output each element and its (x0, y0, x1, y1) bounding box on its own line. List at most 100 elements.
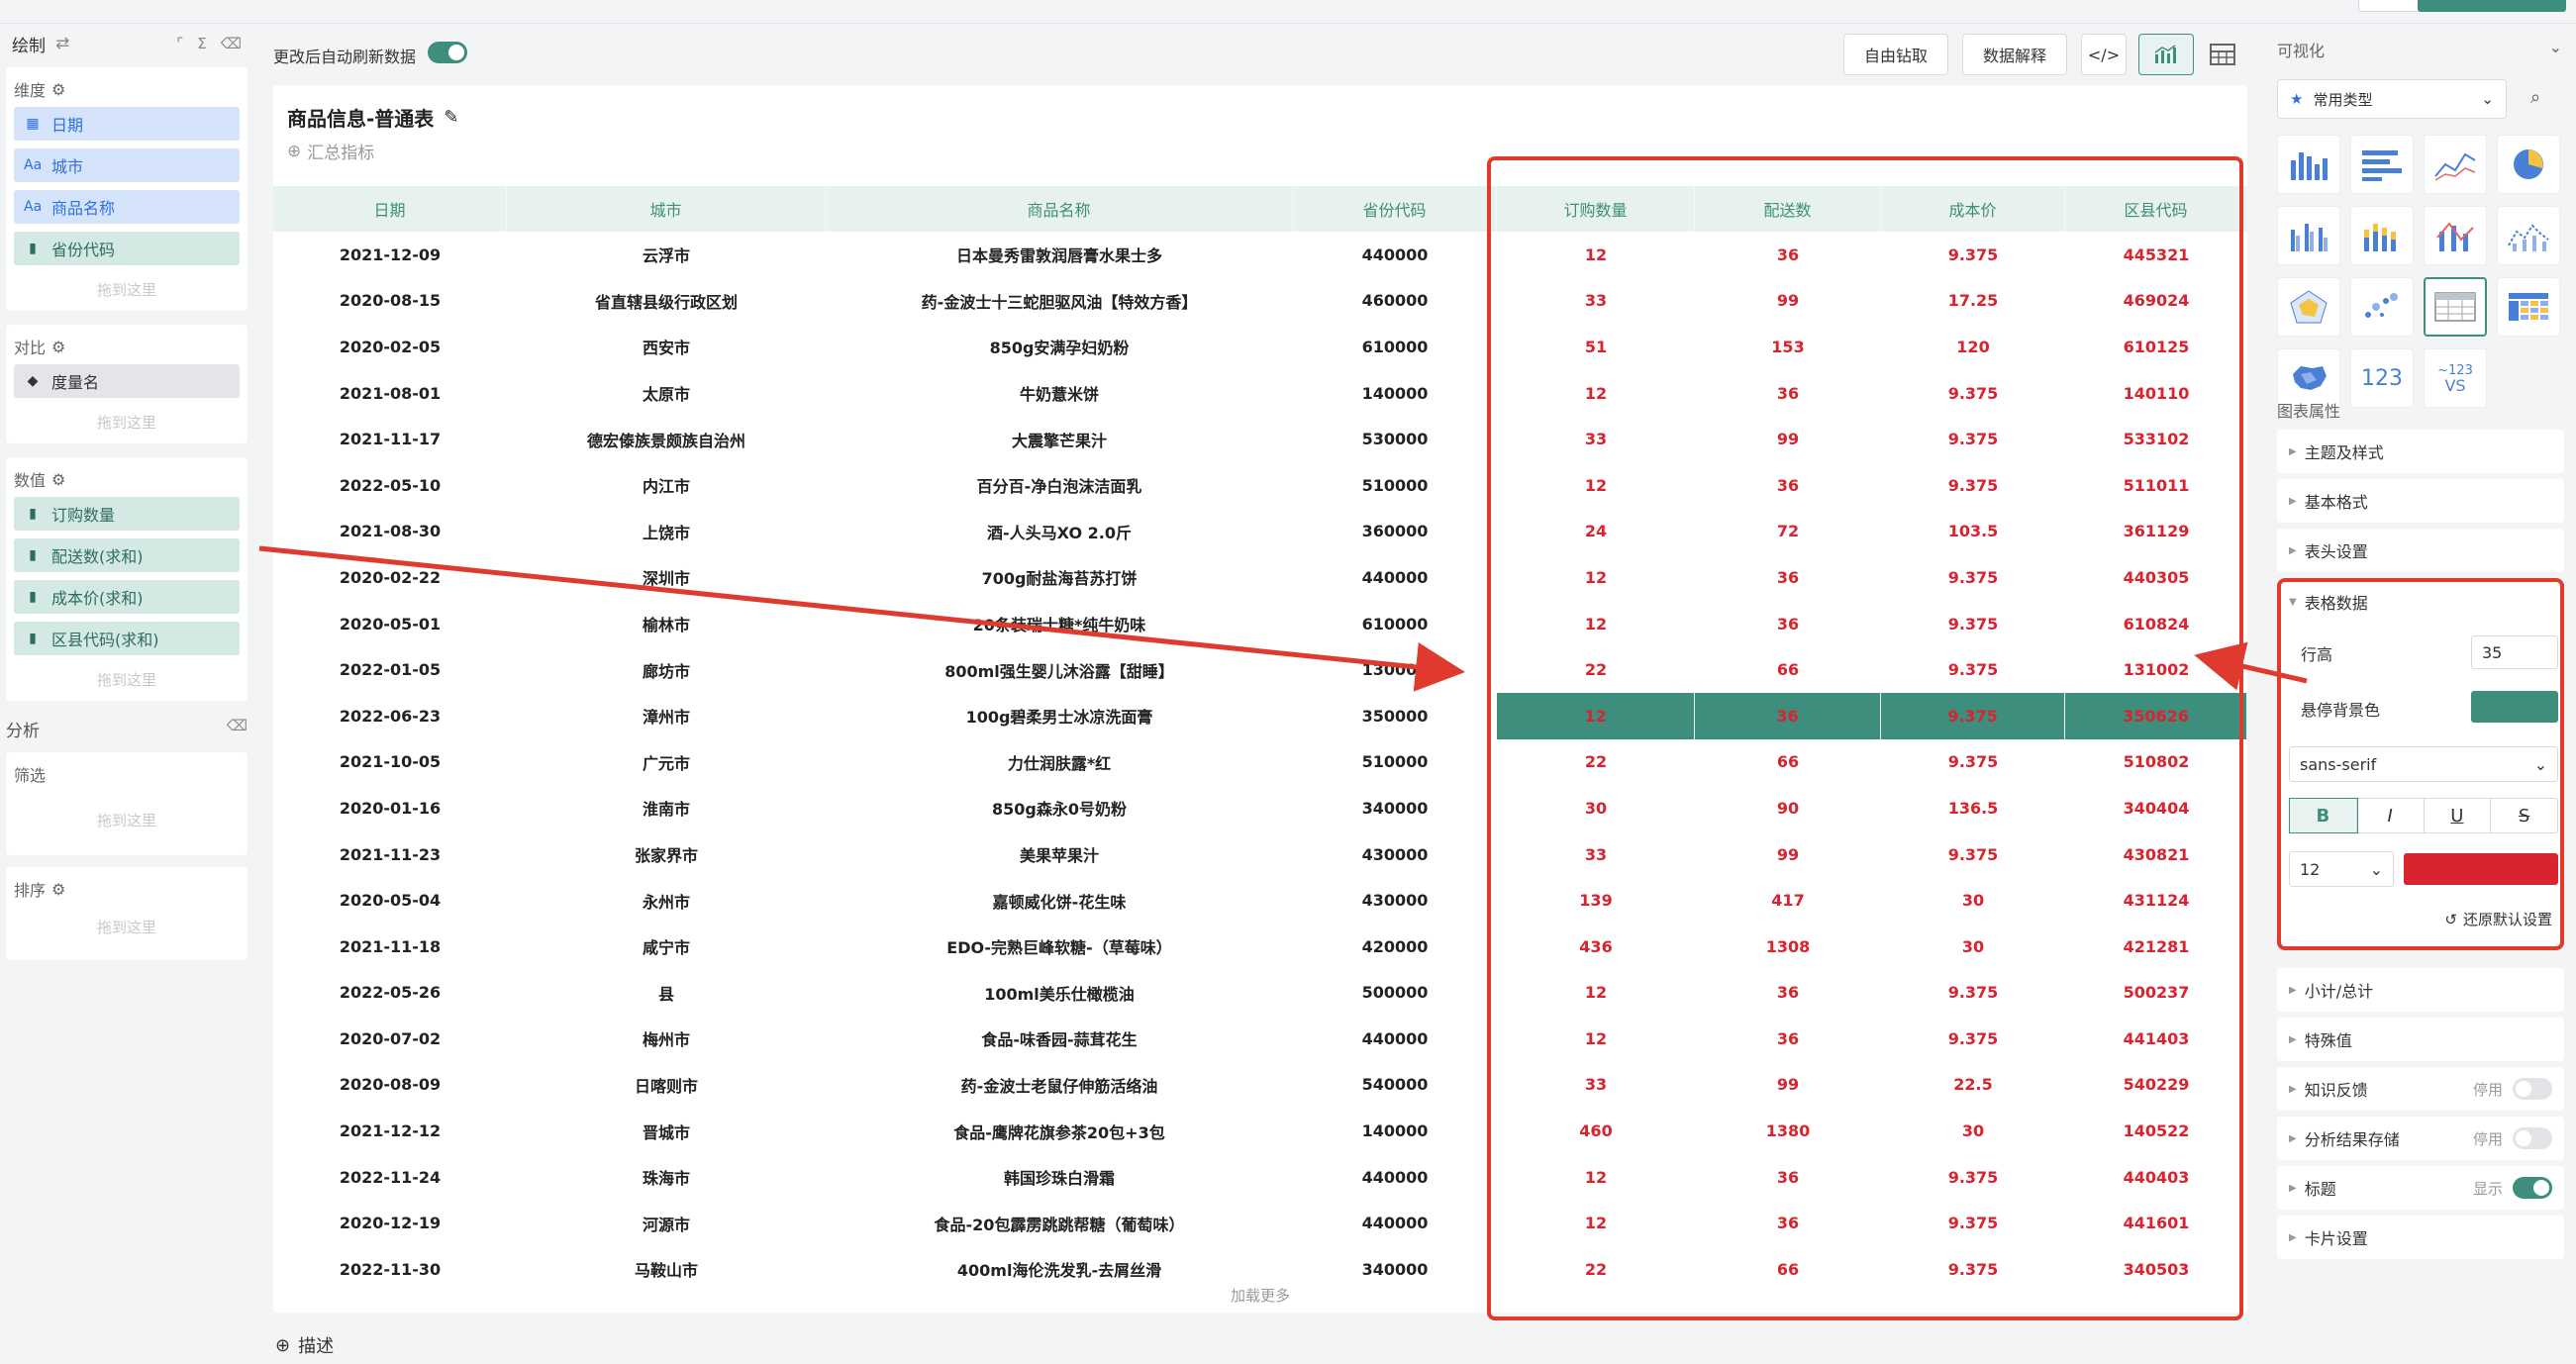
section-subtotal[interactable]: ▶ 小计/总计 (2277, 968, 2564, 1012)
section-knowledge-feedback[interactable]: ▶ 知识反馈 停用 (2277, 1067, 2564, 1111)
caret-right-icon: ▶ (2289, 495, 2297, 507)
code-icon[interactable]: </> (2081, 34, 2127, 75)
caret-right-icon: ▶ (2289, 1083, 2297, 1095)
table-cell: 药-金波士老鼠仔伸筋活络油 (960, 1076, 1158, 1096)
table-cell: 食品-20包霹雳跳跳帮糖（葡萄味） (934, 1215, 1185, 1234)
table-cell: 2020-07-02 (339, 1028, 442, 1048)
pivot-table-icon[interactable] (2497, 277, 2560, 337)
table-cell: 340000 (1361, 798, 1429, 818)
measure-item-district[interactable]: ▮ 区县代码(求和) (14, 622, 240, 655)
settings-icon[interactable]: ⚙ (51, 470, 65, 489)
table-cell: 日喀则市 (634, 1076, 698, 1096)
chart-type-select[interactable]: ★ 常用类型 ⌄ (2277, 79, 2507, 119)
measure-title: 数值 ⚙ (14, 469, 66, 491)
result-storage-toggle[interactable] (2513, 1127, 2552, 1149)
settings-icon[interactable]: ⚙ (51, 338, 65, 356)
dim-item-city[interactable]: Aa 城市 (14, 148, 240, 182)
bar-chart-icon[interactable] (2277, 135, 2340, 194)
eraser-icon[interactable]: ⌫ (227, 717, 248, 741)
compare-box: 对比 ⚙ ◆ 度量名 拖到这里 (6, 325, 248, 443)
radar-chart-icon[interactable] (2277, 277, 2340, 337)
settings-icon[interactable]: ⚙ (51, 80, 65, 99)
caret-right-icon: ▶ (2289, 445, 2297, 457)
column-header[interactable]: 省份代码 (1293, 186, 1497, 232)
explain-button[interactable]: 数据解释 (1962, 34, 2067, 75)
line-chart-icon[interactable] (2424, 135, 2487, 194)
section-basic-format[interactable]: ▶ 基本格式 (2277, 479, 2564, 523)
auto-refresh-toggle[interactable] (428, 42, 467, 63)
section-special-values[interactable]: ▶ 特殊值 (2277, 1018, 2564, 1061)
table-chart-icon[interactable] (2424, 277, 2487, 337)
settings-icon[interactable]: ⚙ (51, 880, 65, 899)
section-theme[interactable]: ▶ 主题及样式 (2277, 430, 2564, 473)
drop-zone[interactable]: 拖到这里 (6, 406, 248, 442)
grouped-bar-icon[interactable] (2277, 206, 2340, 265)
section-card-settings[interactable]: ▶ 卡片设置 (2277, 1216, 2564, 1259)
left-panel-title: 绘制 (12, 36, 46, 56)
status-text: 停用 (2472, 1080, 2503, 1099)
chart-props-title: 图表属性 (2277, 402, 2341, 421)
horizontal-bar-icon[interactable] (2350, 135, 2414, 194)
drop-zone[interactable]: 拖到这里 (6, 273, 248, 310)
table-cell: 太原市 (642, 385, 690, 405)
describe-link[interactable]: ⊕ 描述 (275, 1332, 334, 1358)
section-result-storage[interactable]: ▶ 分析结果存储 停用 (2277, 1117, 2564, 1160)
measure-item-delivery[interactable]: ▮ 配送数(求和) (14, 538, 240, 572)
table-cell: 2021-12-12 (339, 1121, 442, 1141)
title-toggle[interactable] (2513, 1177, 2552, 1199)
corner-icon[interactable]: ⌜ (176, 35, 183, 52)
eraser-icon[interactable]: ⌫ (221, 35, 242, 52)
drop-zone[interactable]: 拖到这里 (6, 907, 248, 947)
compare-card-icon[interactable]: ~123 VS (2424, 348, 2487, 408)
dim-item-province[interactable]: ▮ 省份代码 (14, 232, 240, 265)
area-chart-icon[interactable] (2497, 206, 2560, 265)
table-cell: 2020-08-15 (339, 291, 442, 311)
section-header-settings[interactable]: ▶ 表头设置 (2277, 529, 2564, 572)
number-card-icon[interactable]: 123 (2350, 348, 2414, 408)
edit-icon[interactable]: ✎ (444, 107, 458, 128)
text-icon: Aa (24, 157, 43, 173)
dim-item-date[interactable]: ▦ 日期 (14, 107, 240, 141)
table-cell: 100ml美乐仕橄榄油 (984, 984, 1135, 1004)
column-header[interactable]: 日期 (273, 186, 507, 232)
combo-chart-icon[interactable] (2424, 206, 2487, 265)
drop-zone[interactable]: 拖到这里 (6, 663, 248, 700)
pie-chart-icon[interactable] (2497, 135, 2560, 194)
stacked-bar-icon[interactable] (2350, 206, 2414, 265)
dim-item-product[interactable]: Aa 商品名称 (14, 190, 240, 224)
column-header[interactable]: 商品名称 (826, 186, 1293, 232)
table-cell: 350000 (1361, 706, 1429, 726)
search-icon[interactable]: ⌕ (2530, 87, 2540, 108)
table-cell: 西安市 (642, 339, 690, 358)
annotation-settings-highlight-box (2277, 578, 2564, 950)
knowledge-feedback-toggle[interactable] (2513, 1078, 2552, 1100)
table-cell: 廊坊市 (642, 661, 690, 681)
scatter-chart-icon[interactable] (2350, 277, 2414, 337)
chevron-down-icon: ⌄ (2481, 90, 2494, 108)
table-cell: 梅州市 (642, 1030, 690, 1050)
caret-right-icon: ▶ (2289, 1132, 2297, 1144)
chevron-down-icon[interactable]: ⌄ (2549, 38, 2562, 56)
caret-right-icon: ▶ (2289, 984, 2297, 996)
table-cell: 嘉顿威化饼-花生味 (992, 892, 1127, 912)
analysis-header: 分析 ⌫ (6, 717, 248, 741)
section-title[interactable]: ▶ 标题 显示 (2277, 1166, 2564, 1210)
column-header[interactable]: 城市 (507, 186, 826, 232)
chart-icon[interactable] (2138, 34, 2194, 75)
top-button-primary[interactable] (2418, 0, 2566, 12)
drop-zone[interactable]: 拖到这里 (6, 792, 248, 840)
measure-item-cost[interactable]: ▮ 成本价(求和) (14, 580, 240, 614)
compare-item-measure-name[interactable]: ◆ 度量名 (14, 364, 240, 398)
sigma-icon[interactable]: Σ (197, 35, 206, 52)
measure-item-quantity[interactable]: ▮ 订购数量 (14, 497, 240, 531)
table-cell: 酒-人头马XO 2.0斤 (987, 523, 1132, 542)
bar-icon: ▮ (29, 241, 37, 256)
table-cell: 张家界市 (634, 846, 698, 866)
add-metric[interactable]: ⊕ 汇总指标 (287, 139, 374, 164)
table-icon[interactable] (2198, 34, 2247, 75)
status-text: 显示 (2472, 1179, 2503, 1198)
table-cell: 韩国珍珠白滑霜 (1003, 1169, 1115, 1189)
swap-icon[interactable]: ⇄ (55, 34, 69, 53)
drill-button[interactable]: 自由钻取 (1843, 34, 1948, 75)
caret-right-icon: ▶ (2289, 1182, 2297, 1194)
